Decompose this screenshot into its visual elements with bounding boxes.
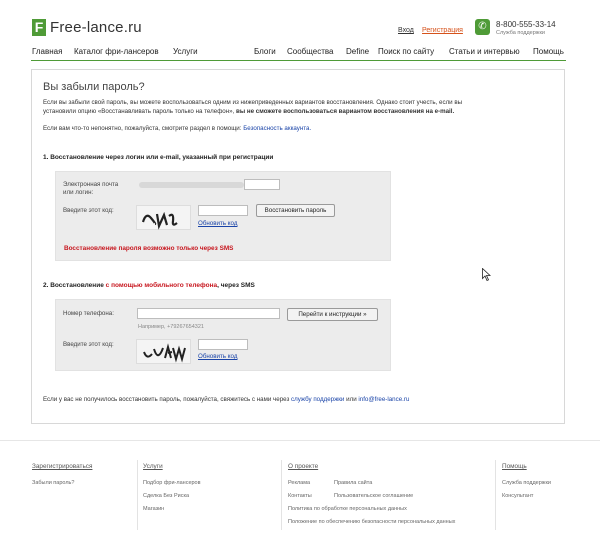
- info-email-link[interactable]: info@free-lance.ru: [358, 396, 409, 403]
- logo-f-icon: F: [32, 19, 46, 36]
- help-text: Если вам что-то непонятно, пожалуйста, с…: [43, 125, 242, 132]
- captcha-image: [136, 205, 191, 230]
- support-phone-caption: Служба поддержки: [496, 30, 545, 36]
- step2-heading-prefix: 2. Восстановление: [43, 282, 104, 289]
- footer-divider: [495, 460, 496, 530]
- register-link[interactable]: Регистрация: [422, 27, 463, 34]
- footer-help-heading[interactable]: Помощь: [502, 463, 527, 470]
- step2-heading: 2. Восстановление с помощью мобильного т…: [43, 282, 255, 289]
- footer-forgot-password[interactable]: Забыли пароль?: [32, 480, 74, 486]
- footer-services-heading[interactable]: Услуги: [143, 463, 163, 470]
- footer-data-security[interactable]: Положение по обеспечению безопасности пе…: [288, 519, 455, 525]
- footer-shop[interactable]: Магазин: [143, 506, 164, 512]
- email-field[interactable]: [244, 179, 280, 190]
- footer-support-service[interactable]: Служба поддержки: [502, 480, 551, 486]
- captcha-image-2: [136, 339, 191, 364]
- footer-site-rules[interactable]: Правила сайта: [334, 480, 372, 486]
- footer-register-link[interactable]: Зарегистрироваться: [32, 463, 92, 470]
- footer-find-freelancers[interactable]: Подбор фри-лансеров: [143, 480, 201, 486]
- email-value-redacted: [139, 182, 244, 188]
- contact-support-line: Если у вас не получилось восстановить па…: [43, 396, 409, 403]
- email-label-line1: Электронная почта: [63, 181, 119, 188]
- nav-home[interactable]: Главная: [32, 47, 62, 56]
- nav-services[interactable]: Услуги: [173, 47, 198, 56]
- contact-support-text: Если у вас не получилось восстановить па…: [43, 396, 290, 403]
- refresh-captcha-link-2[interactable]: Обновить код: [198, 353, 237, 360]
- help-text-line: Если вам что-то непонятно, пожалуйста, с…: [43, 125, 311, 132]
- footer-about-heading[interactable]: О проекте: [288, 463, 318, 470]
- support-service-link[interactable]: службу поддержки: [291, 396, 344, 403]
- site-logo[interactable]: F Free-lance.ru: [32, 19, 142, 36]
- footer-safe-deal[interactable]: Сделка Без Риска: [143, 493, 189, 499]
- footer-user-agreement[interactable]: Пользовательское соглашение: [334, 493, 413, 499]
- phone-example-hint: Например, +79267654321: [138, 324, 204, 330]
- intro-text-line1: Если вы забыли свой пароль, вы можете во…: [43, 99, 463, 106]
- site-footer: [0, 440, 600, 540]
- footer-divider: [281, 460, 282, 530]
- restore-password-button[interactable]: Восстановить пароль: [256, 204, 335, 217]
- intro-warning-bold: вы не сможете воспользоваться вариантом …: [236, 108, 455, 115]
- nav-catalog[interactable]: Каталог фри-лансеров: [74, 47, 159, 56]
- mouse-cursor-icon: [482, 268, 491, 281]
- logo-text: Free-lance.ru: [50, 19, 142, 36]
- intro-text-line2: установили опцию «Восстанавливать пароль…: [43, 108, 454, 115]
- support-phone: 8-800-555-33-14: [496, 20, 556, 29]
- nav-communities[interactable]: Сообщества: [287, 47, 333, 56]
- nav-divider: [31, 60, 566, 61]
- phone-icon: ✆: [475, 19, 490, 35]
- nav-help[interactable]: Помощь: [533, 47, 564, 56]
- step1-heading: 1. Восстановление через логин или e-mail…: [43, 154, 274, 161]
- nav-blogs[interactable]: Блоги: [254, 47, 276, 56]
- or-text: или: [346, 396, 357, 403]
- email-label-line2: или логин:: [63, 189, 94, 196]
- refresh-captcha-link[interactable]: Обновить код: [198, 220, 237, 227]
- footer-ads[interactable]: Реклама: [288, 480, 310, 486]
- step2-heading-suffix: , через SMS: [217, 282, 255, 289]
- go-to-instructions-button[interactable]: Перейти к инструкции »: [287, 308, 378, 321]
- intro-option-text: установили опцию «Восстанавливать пароль…: [43, 108, 235, 115]
- footer-consultant[interactable]: Консультант: [502, 493, 533, 499]
- phone-label: Номер телефона:: [63, 310, 114, 317]
- login-link[interactable]: Вход: [398, 27, 414, 34]
- step2-heading-highlight: с помощью мобильного телефона: [105, 282, 218, 289]
- footer-privacy-policy[interactable]: Политика по обработке персональных данны…: [288, 506, 407, 512]
- nav-search[interactable]: Поиск по сайту: [378, 47, 434, 56]
- footer-divider: [137, 460, 138, 530]
- phone-number-field[interactable]: [137, 308, 280, 319]
- captcha-label: Введите этот код:: [63, 207, 114, 214]
- captcha-input[interactable]: [198, 205, 248, 216]
- nav-define[interactable]: Define: [346, 47, 369, 56]
- sms-only-warning: Восстановление пароля возможно только че…: [64, 245, 234, 252]
- footer-contacts[interactable]: Контакты: [288, 493, 312, 499]
- page-title: Вы забыли пароль?: [43, 81, 145, 93]
- captcha-input-2[interactable]: [198, 339, 248, 350]
- nav-articles[interactable]: Статьи и интервью: [449, 47, 520, 56]
- captcha-label-2: Введите этот код:: [63, 341, 114, 348]
- help-security-link[interactable]: Безопасность аккаунта.: [243, 125, 311, 132]
